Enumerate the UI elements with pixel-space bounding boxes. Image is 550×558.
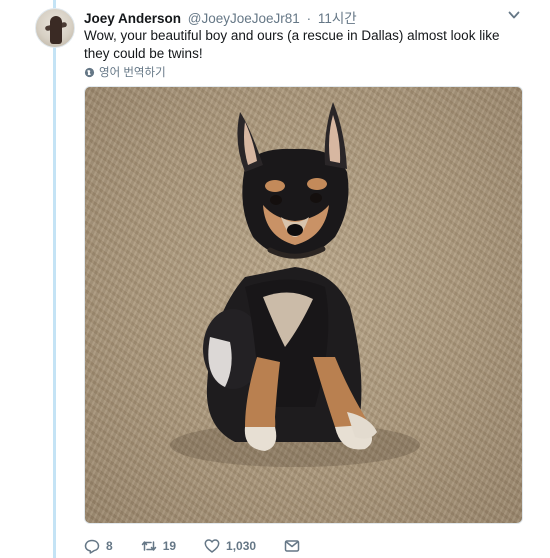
like-count: 1,030 xyxy=(226,539,257,553)
like-button[interactable]: 1,030 xyxy=(204,538,256,554)
direct-message-button[interactable] xyxy=(284,538,300,554)
time-separator: · xyxy=(306,11,312,26)
reply-count: 8 xyxy=(106,539,113,553)
dog-illustration xyxy=(170,102,420,467)
author-handle[interactable]: @JoeyJoeJoeJr81 xyxy=(188,11,300,26)
tweet-text: Wow, your beautiful boy and ours (a resc… xyxy=(84,28,500,61)
author-name[interactable]: Joey Anderson xyxy=(84,11,181,26)
retweet-count: 19 xyxy=(162,539,177,553)
reply-button[interactable]: 8 xyxy=(84,538,113,554)
thread-line xyxy=(53,0,56,558)
translate-link[interactable]: 영어 번역하기 xyxy=(84,64,166,80)
envelope-icon xyxy=(284,540,300,552)
translate-label[interactable]: 영어 번역하기 xyxy=(99,64,166,80)
tweet-actions: 8 19 1,030 xyxy=(84,536,328,556)
avatar-figure xyxy=(50,16,62,44)
avatar[interactable] xyxy=(35,8,75,48)
tweet-time[interactable]: 11시간 xyxy=(318,11,357,26)
globe-icon xyxy=(84,67,95,77)
tweet-photo[interactable] xyxy=(84,86,523,524)
reply-icon xyxy=(84,539,100,554)
retweet-icon xyxy=(141,541,156,551)
retweet-button[interactable]: 19 xyxy=(141,538,176,554)
chevron-down-icon[interactable] xyxy=(508,10,520,20)
tweet-header: Joey Anderson @JoeyJoeJoeJr81 · 11시간 xyxy=(84,7,520,26)
heart-icon xyxy=(204,539,220,553)
